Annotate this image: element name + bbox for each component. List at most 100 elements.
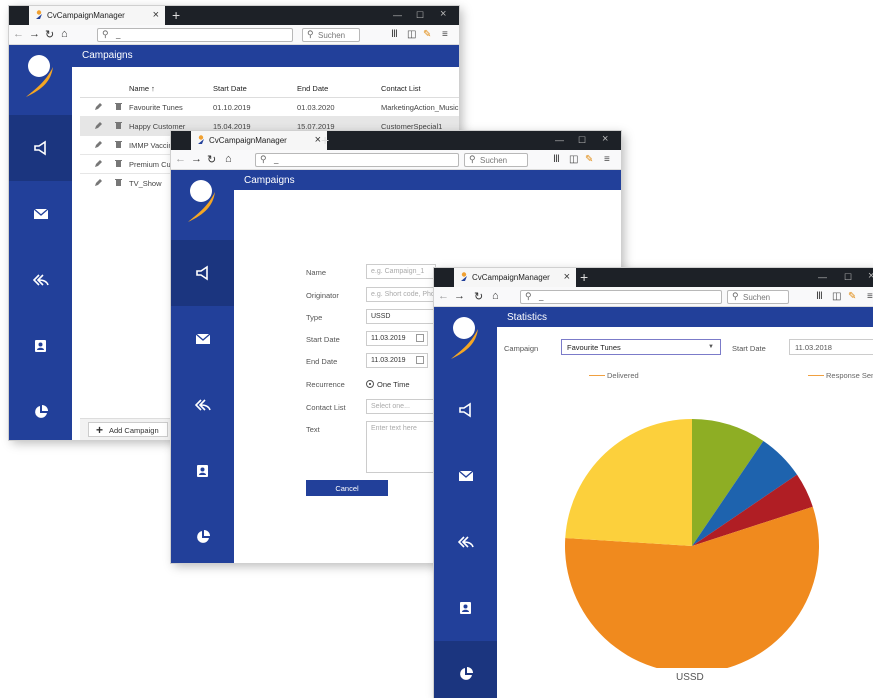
sidebar-item-replies[interactable] (434, 509, 497, 575)
recurrence-one-time-label: One Time (377, 380, 410, 389)
add-campaign-button[interactable]: + Add Campaign (88, 422, 168, 437)
delete-trash-icon[interactable] (114, 178, 123, 187)
sidebar-item-campaigns[interactable] (171, 240, 234, 306)
minimize-icon[interactable]: — (555, 135, 564, 145)
cancel-button[interactable]: Cancel (306, 480, 388, 496)
table-row[interactable]: Favourite Tunes 01.10.2019 01.03.2020 Ma… (80, 98, 459, 117)
page-header: Campaigns (234, 170, 621, 190)
sidebar-item-statistics[interactable] (434, 641, 497, 698)
back-icon[interactable]: ← (438, 290, 449, 302)
sidebar-item-replies[interactable] (171, 372, 234, 438)
home-icon[interactable]: ⌂ (225, 153, 232, 165)
edit-pencil-icon[interactable] (94, 159, 103, 168)
sidebar-item-statistics[interactable] (171, 504, 234, 563)
delete-trash-icon[interactable] (114, 121, 123, 130)
stats-start-date-field[interactable]: 11.03.2018 (789, 339, 873, 355)
recurrence-one-time-radio[interactable]: One Time (366, 380, 410, 389)
cell-end: 01.03.2020 (297, 103, 335, 112)
back-icon[interactable]: ← (13, 28, 24, 40)
cell-name: Favourite Tunes (129, 103, 183, 112)
forward-icon[interactable]: → (191, 153, 202, 165)
delete-trash-icon[interactable] (114, 102, 123, 111)
pie-slice-4[interactable] (565, 419, 692, 546)
close-window-icon[interactable]: × (602, 133, 608, 145)
originator-field[interactable]: e.g. Short code, Phon (366, 287, 436, 302)
close-window-icon[interactable]: × (868, 270, 873, 282)
browser-search-box[interactable]: ⚲ Suchen (302, 28, 360, 42)
sidebar-item-messages[interactable] (434, 443, 497, 509)
close-window-icon[interactable]: × (440, 8, 446, 20)
address-bar[interactable]: ⚲ _ (520, 290, 722, 304)
browser-tab[interactable]: CvCampaignManager × (454, 268, 576, 287)
sidebar-item-messages[interactable] (9, 181, 72, 247)
delete-trash-icon[interactable] (114, 140, 123, 149)
browser-search-box[interactable]: ⚲ Suchen (727, 290, 789, 304)
minimize-icon[interactable]: — (818, 272, 827, 282)
maximize-icon[interactable]: ☐ (844, 272, 852, 283)
campaign-select[interactable]: Favourite Tunes ▼ (561, 339, 721, 355)
contact-book-icon (196, 465, 208, 477)
back-icon[interactable]: ← (175, 153, 186, 165)
forward-icon[interactable]: → (454, 290, 465, 302)
type-select[interactable]: USSD (366, 309, 436, 324)
column-header-start-date[interactable]: Start Date (213, 84, 247, 93)
forward-icon[interactable]: → (29, 28, 40, 40)
extension-icon[interactable]: ✎ (848, 291, 856, 302)
menu-icon[interactable]: ≡ (604, 154, 610, 165)
maximize-icon[interactable]: ☐ (416, 10, 424, 21)
library-icon[interactable]: Ⅲ (816, 291, 823, 302)
text-area[interactable]: Enter text here (366, 421, 436, 473)
calendar-icon[interactable] (416, 334, 424, 342)
edit-pencil-icon[interactable] (94, 121, 103, 130)
radio-selected-icon (366, 380, 374, 388)
sidebar-toggle-icon[interactable]: ◫ (407, 29, 416, 40)
menu-icon[interactable]: ≡ (867, 291, 873, 302)
sidebar-item-campaigns[interactable] (434, 377, 497, 443)
reload-icon[interactable]: ↻ (474, 290, 483, 303)
address-bar[interactable]: ⚲ _ (97, 28, 293, 42)
reload-icon[interactable]: ↻ (207, 153, 216, 166)
extension-icon[interactable]: ✎ (585, 154, 593, 165)
menu-icon[interactable]: ≡ (442, 29, 448, 40)
edit-pencil-icon[interactable] (94, 102, 103, 111)
browser-tab[interactable]: CvCampaignManager × (191, 131, 327, 150)
column-header-end-date[interactable]: End Date (297, 84, 328, 93)
column-header-name[interactable]: Name ↑ (129, 84, 155, 93)
cell-contact: CustomerSpecial1 (381, 122, 443, 131)
maximize-icon[interactable]: ☐ (578, 135, 586, 146)
sidebar-item-contacts[interactable] (171, 438, 234, 504)
library-icon[interactable]: Ⅲ (391, 29, 398, 40)
minimize-icon[interactable]: — (393, 10, 402, 20)
contact-list-select[interactable]: Select one... (366, 399, 436, 414)
close-tab-icon[interactable]: × (564, 271, 570, 283)
sidebar-item-replies[interactable] (9, 247, 72, 313)
start-date-field[interactable]: 11.03.2019 (366, 331, 428, 346)
new-tab-icon[interactable]: + (580, 269, 588, 285)
close-tab-icon[interactable]: × (153, 9, 159, 21)
browser-search-box[interactable]: ⚲ Suchen (464, 153, 528, 167)
library-icon[interactable]: Ⅲ (553, 154, 560, 165)
name-field[interactable]: e.g. Campaign_1 (366, 264, 436, 279)
sidebar-item-messages[interactable] (171, 306, 234, 372)
new-tab-icon[interactable]: + (172, 7, 180, 23)
address-bar[interactable]: ⚲ _ (255, 153, 459, 167)
end-date-field[interactable]: 11.03.2019 (366, 353, 428, 368)
reload-icon[interactable]: ↻ (45, 28, 54, 41)
extension-icon[interactable]: ✎ (423, 29, 431, 40)
sidebar-item-statistics[interactable] (9, 379, 72, 440)
sidebar-item-contacts[interactable] (9, 313, 72, 379)
sidebar-toggle-icon[interactable]: ◫ (569, 154, 578, 165)
delete-trash-icon[interactable] (114, 159, 123, 168)
new-tab-icon[interactable]: + (321, 132, 329, 148)
stats-start-date-value: 11.03.2018 (795, 343, 832, 352)
edit-pencil-icon[interactable] (94, 140, 103, 149)
column-header-contact-list[interactable]: Contact List (381, 84, 421, 93)
edit-pencil-icon[interactable] (94, 178, 103, 187)
sidebar-toggle-icon[interactable]: ◫ (832, 291, 841, 302)
sidebar-item-campaigns[interactable] (9, 115, 72, 181)
home-icon[interactable]: ⌂ (492, 290, 499, 302)
calendar-icon[interactable] (416, 356, 424, 364)
home-icon[interactable]: ⌂ (61, 28, 68, 40)
sidebar-item-contacts[interactable] (434, 575, 497, 641)
browser-tab[interactable]: CvCampaignManager × (29, 6, 165, 25)
